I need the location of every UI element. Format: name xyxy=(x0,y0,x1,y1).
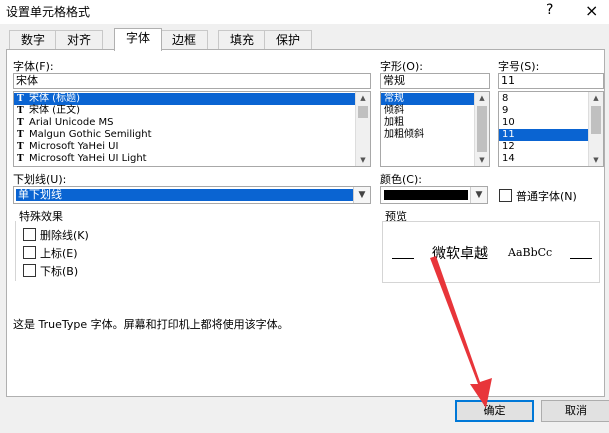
annotation-arrow-shape xyxy=(430,256,492,408)
tab-font[interactable]: 字体 xyxy=(114,28,162,51)
annotation-arrow-icon xyxy=(430,256,492,408)
